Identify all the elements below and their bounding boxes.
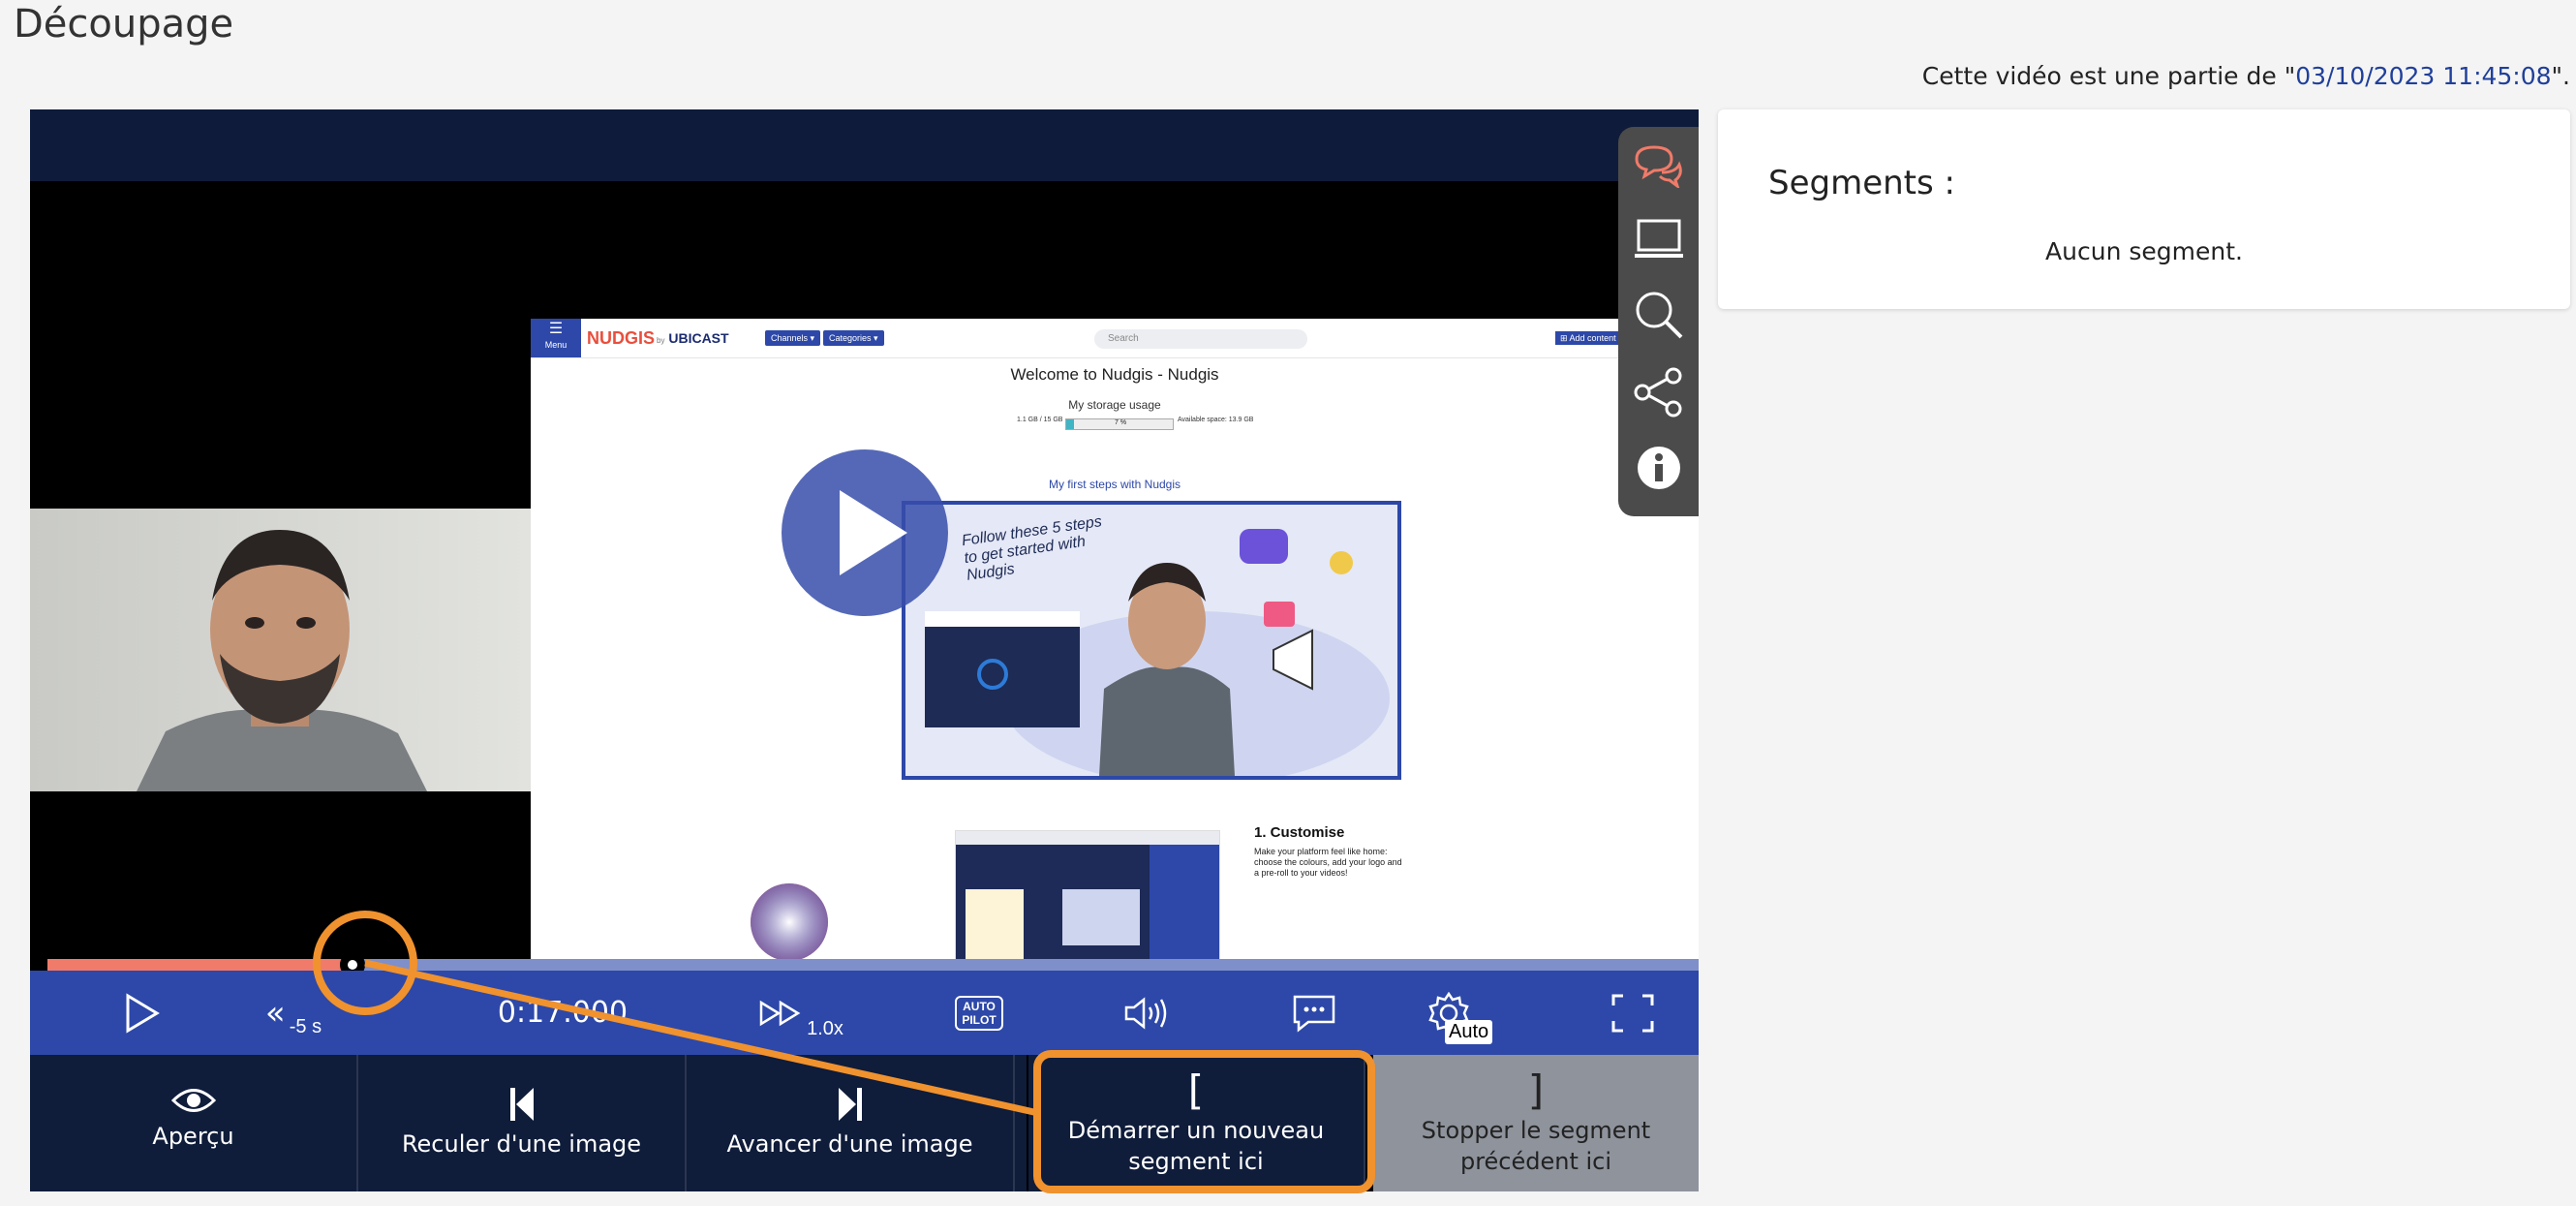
share-icon [1634,367,1682,417]
progress-fill [47,959,353,971]
parent-video-suffix: ". [2551,62,2570,90]
autopilot-button[interactable]: AUTO PILOT [921,971,1037,1055]
speed-label: 1.0x [807,1018,843,1039]
play-button[interactable] [88,971,195,1055]
start-segment-label: Démarrer un nouveau segment ici [1067,1117,1325,1175]
player-top-bar [30,109,1699,181]
skip-back-icon [509,1088,534,1121]
fast-forward-icon [759,1000,801,1026]
capture-storage-used: 1.1 GB / 15 GB [1017,417,1063,423]
eye-icon [170,1089,216,1112]
capture-customise-preview [955,830,1220,977]
segments-empty-message: Aucun segment. [2045,237,2243,265]
capture-channels: Channels ▾ [765,330,821,346]
info-tool[interactable] [1630,439,1688,497]
control-bar: « -5 s 0:17.000 1.0x AUTO PILOT Auto [30,971,1699,1055]
comments-icon [1635,145,1682,188]
capture-categories: Categories ▾ [823,330,884,346]
capture-storage-bar: 7 % [1065,418,1174,430]
capture-welcome: Welcome to Nudgis - Nudgis [1010,365,1219,384]
share-tool[interactable] [1630,363,1688,421]
stop-segment-label: Stopper le segment précédent ici [1421,1117,1651,1175]
capture-brand-ubicast: UBICAST [668,330,729,346]
parent-video-link[interactable]: 03/10/2023 11:45:08 [2295,62,2551,90]
rewind-label: -5 s [289,1016,322,1037]
capture-brand-by: by [657,336,665,345]
play-icon [126,992,160,1034]
volume-button[interactable] [1088,971,1204,1055]
capture-menu-button: ☰ Menu [531,319,581,357]
search-tool[interactable] [1630,286,1688,344]
fullscreen-icon [1611,994,1654,1032]
subtitles-button[interactable] [1256,971,1372,1055]
segments-panel: Segments : Aucun segment. [1718,109,2570,309]
chat-icon [1293,995,1335,1033]
previous-frame-label: Reculer d'une image [401,1130,642,1158]
capture-customise-title: 1. Customise [1254,824,1345,841]
start-bracket-icon: [ [1187,1067,1205,1114]
time-display: 0:17.000 [497,996,629,1030]
capture-menu-label: Menu [544,340,567,350]
parent-video-prefix: Cette vidéo est une partie de " [1921,62,2296,90]
fullscreen-button[interactable] [1589,971,1676,1055]
capture-add-content: ⊞ Add content ▾ [1555,331,1628,345]
autopilot-icon: AUTO PILOT [955,995,1003,1031]
player-side-tools [1618,127,1699,516]
info-icon [1638,447,1680,489]
autopilot-label: AUTO PILOT [962,999,997,1027]
segments-title: Segments : [1768,164,1955,202]
slides-tool[interactable] [1630,210,1688,268]
video-player[interactable]: ☰ Menu NUDGIS by UBICAST Channels ▾ Categ… [30,109,1699,1191]
speed-button[interactable]: 1.0x [733,971,869,1055]
search-icon [1636,292,1683,339]
capture-customise-text: Make your platform feel like home: choos… [1254,847,1402,878]
capture-brand: NUDGIS [587,328,656,348]
comments-tool[interactable] [1630,137,1688,195]
preview-button[interactable]: Aperçu [30,1055,358,1191]
rewind-button[interactable]: « -5 s [235,971,352,1055]
capture-first-steps: My first steps with Nudgis [1048,478,1181,491]
stop-bracket-icon: ] [1527,1067,1545,1114]
capture-storage-percent: 7 % [1115,419,1127,426]
rewind-icon: « [264,993,286,1033]
play-icon [840,490,907,575]
preview-label: Aperçu [152,1123,234,1150]
parent-video-note: Cette vidéo est une partie de "03/10/202… [1922,62,2570,90]
big-play-button[interactable] [782,449,948,616]
stop-segment-button[interactable]: ] Stopper le segment précédent ici [1373,1055,1699,1191]
volume-icon [1124,996,1167,1030]
screen-capture-feed: ☰ Menu NUDGIS by UBICAST Channels ▾ Categ… [531,319,1699,977]
capture-brand-company: by UBICAST [657,330,729,346]
page-title: Découpage [14,2,234,46]
quality-badge: Auto [1445,1020,1493,1044]
previous-frame-button[interactable]: Reculer d'une image [358,1055,687,1191]
capture-storage-title: My storage usage [1068,398,1161,412]
next-frame-label: Avancer d'une image [726,1130,973,1158]
capture-video-thumbnail: Follow these 5 steps to get started with… [902,501,1401,780]
camera-feed [30,509,531,791]
next-frame-button[interactable]: Avancer d'une image [687,1055,1015,1191]
capture-search: Search [1094,329,1307,349]
laptop-icon [1635,219,1683,258]
capture-storage-available: Available space: 13.9 GB [1178,417,1254,423]
start-segment-button[interactable]: [ Démarrer un nouveau segment ici [1028,1055,1365,1191]
capture-navbar: ☰ Menu NUDGIS by UBICAST Channels ▾ Categ… [531,319,1699,358]
button-gap [1015,1055,1027,1191]
skip-forward-icon [838,1088,862,1121]
